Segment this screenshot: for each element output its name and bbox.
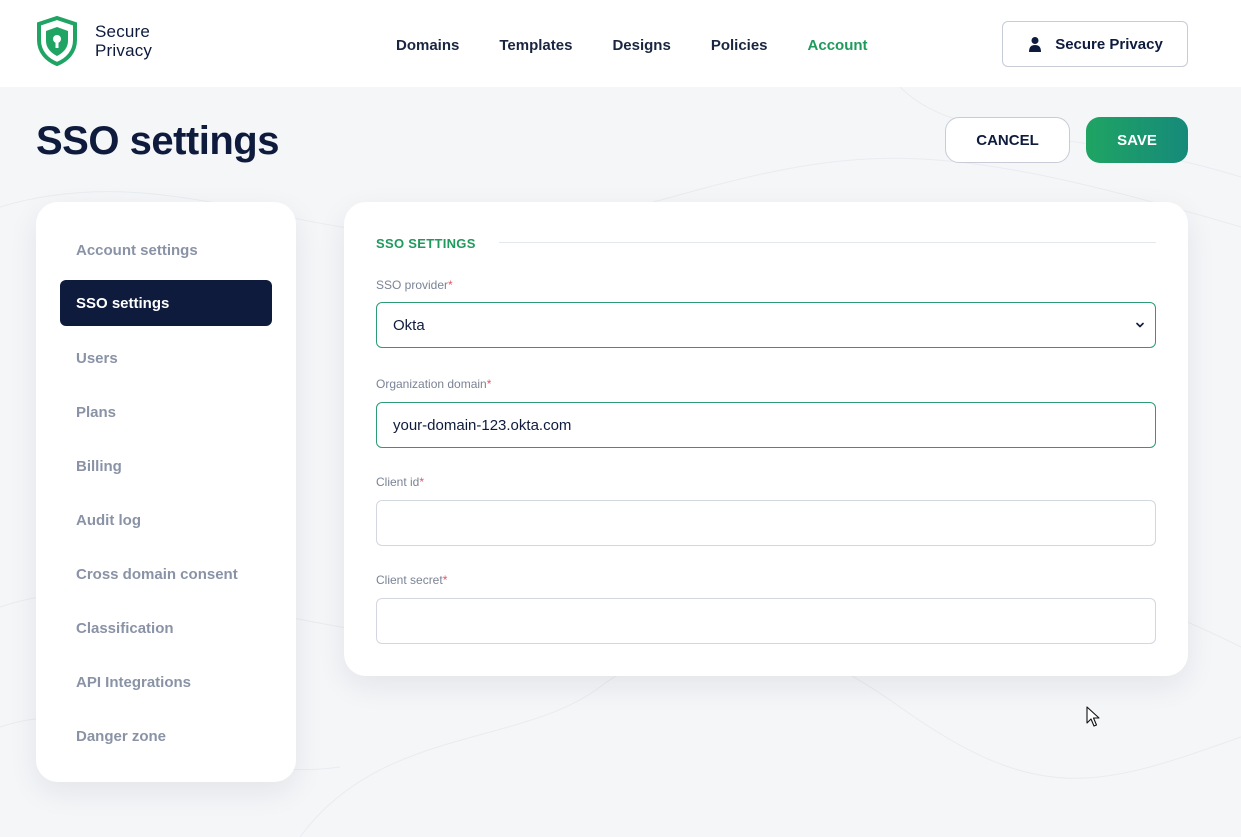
sidebar-item-danger-zone[interactable]: Danger zone <box>60 713 272 759</box>
required-mark: * <box>419 475 425 489</box>
top-navigation-bar: Secure Privacy Domains Templates Designs… <box>0 0 1241 87</box>
client-id-field[interactable] <box>376 500 1156 546</box>
sso-provider-label-text: SSO provider <box>376 278 449 292</box>
organization-domain-label-text: Organization domain <box>376 377 487 391</box>
shield-logo-icon <box>37 16 77 66</box>
organization-domain-label: Organization domain* <box>376 377 491 391</box>
user-icon <box>1029 37 1042 52</box>
nav-templates[interactable]: Templates <box>499 36 572 56</box>
brand-logo[interactable]: Secure Privacy <box>35 16 165 66</box>
organization-domain-input[interactable] <box>393 416 1139 434</box>
brand-line-2: Privacy <box>95 41 153 60</box>
required-mark: * <box>486 377 492 391</box>
page-title: SSO settings <box>36 119 279 163</box>
sidebar-item-audit-log[interactable]: Audit log <box>60 497 272 543</box>
sso-provider-value: Okta <box>393 316 425 334</box>
organization-domain-field[interactable] <box>376 402 1156 448</box>
sidebar-item-account-settings[interactable]: Account settings <box>60 227 272 273</box>
nav-designs[interactable]: Designs <box>612 36 670 56</box>
section-divider <box>499 242 1156 243</box>
client-secret-field[interactable] <box>376 598 1156 644</box>
brand-line-1: Secure <box>95 22 151 41</box>
nav-domains[interactable]: Domains <box>396 36 459 56</box>
section-title: SSO SETTINGS <box>376 236 476 251</box>
client-secret-input[interactable] <box>393 612 1139 630</box>
user-menu-button[interactable]: Secure Privacy <box>1002 21 1188 67</box>
client-id-label: Client id* <box>376 475 424 489</box>
sidebar-item-billing[interactable]: Billing <box>60 443 272 489</box>
cancel-button[interactable]: CANCEL <box>945 117 1070 163</box>
sidebar-item-plans[interactable]: Plans <box>60 389 272 435</box>
nav-account[interactable]: Account <box>808 36 868 56</box>
client-id-label-text: Client id <box>376 475 420 489</box>
client-secret-label-text: Client secret <box>376 573 443 587</box>
client-secret-label: Client secret* <box>376 573 447 587</box>
sidebar-item-classification[interactable]: Classification <box>60 605 272 651</box>
sso-provider-label: SSO provider* <box>376 278 453 292</box>
client-id-input[interactable] <box>393 514 1139 532</box>
user-menu-label: Secure Privacy <box>1055 35 1163 53</box>
sidebar-item-api-integrations[interactable]: API Integrations <box>60 659 272 705</box>
sso-provider-select[interactable]: Okta <box>376 302 1156 348</box>
chevron-down-icon <box>1136 322 1144 328</box>
sso-settings-card: SSO SETTINGS SSO provider* Okta Organiza… <box>344 202 1188 676</box>
brand-name: Secure Privacy <box>95 22 152 60</box>
mouse-pointer-icon <box>1086 706 1100 727</box>
nav-policies[interactable]: Policies <box>711 36 768 56</box>
settings-sidebar: Account settings SSO settings Users Plan… <box>36 202 296 782</box>
sidebar-item-cross-domain-consent[interactable]: Cross domain consent <box>60 551 272 597</box>
save-button[interactable]: SAVE <box>1086 117 1188 163</box>
sidebar-item-sso-settings[interactable]: SSO settings <box>60 280 272 326</box>
required-mark: * <box>448 278 453 292</box>
sidebar-item-users[interactable]: Users <box>60 335 272 381</box>
required-mark: * <box>442 573 448 587</box>
main-nav: Domains Templates Designs Policies Accou… <box>396 36 908 56</box>
